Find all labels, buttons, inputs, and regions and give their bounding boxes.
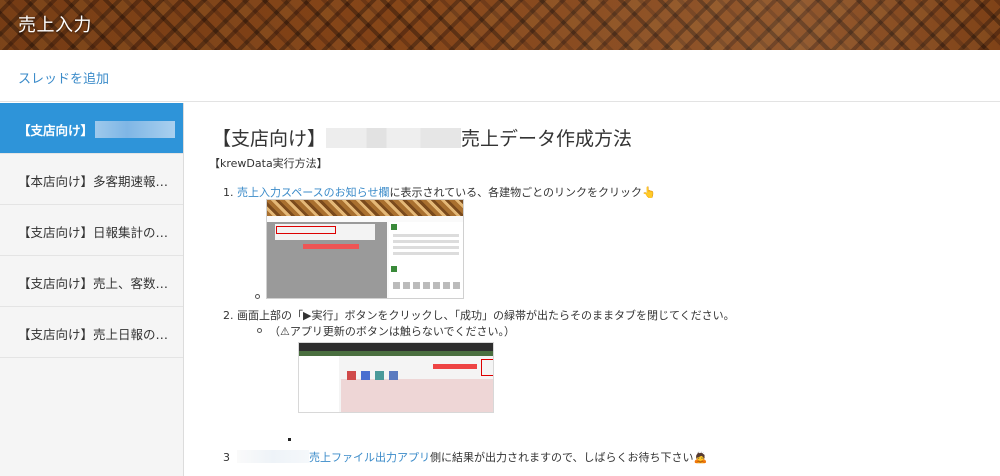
sidebar-item-thread-1[interactable]: 【支店向け】 [0,103,183,154]
section-subtitle: 【krewData実行方法】 [209,157,328,170]
sales-file-app-link[interactable]: 売上ファイル出力アプリ [309,451,430,464]
sidebar-item-thread-3[interactable]: 【支店向け】日報集計の… [0,205,183,256]
list-bullet [288,438,291,441]
sidebar-item-thread-2[interactable]: 【本店向け】多客期速報… [0,154,183,205]
thread-title: 【支店向け】 売上データ作成方法 [212,128,633,150]
step-3: 3 売上ファイル出力アプリ側に結果が出力されますので、しばらくお待ち下さい🙇 [223,450,708,464]
redacted-block [326,128,462,148]
list-bullet [257,328,262,333]
redacted-block [95,121,176,138]
add-thread-link[interactable]: スレッドを追加 [18,68,109,87]
step-2: 2. 画面上部の「▶実行」ボタンをクリックし、「成功」の緑帯が出たらそのままタブを… [223,309,735,322]
bowing-icon: 🙇 [693,451,708,464]
sidebar-item-label: 【支店向け】 [18,120,176,139]
redacted-block [237,450,309,463]
app-title: 売上入力 [18,15,92,36]
app-header: 売上入力 [0,0,1000,50]
sidebar-item-label: 【支店向け】日報集計の… [18,225,169,240]
thread-sidebar: 【支店向け】 【本店向け】多客期速報… 【支店向け】日報集計の… 【支店向け】売… [0,103,184,476]
thread-content: 【支店向け】 売上データ作成方法 【krewData実行方法】 1. 売上入力スペー… [185,103,1000,476]
thread-toolbar: スレッドを追加 [0,50,1000,102]
sidebar-item-label: 【本店向け】多客期速報… [18,174,169,189]
instruction-screenshot-1 [266,199,464,299]
notice-field-link[interactable]: 売上入力スペースのお知らせ欄 [237,186,389,199]
sidebar-item-label: 【支店向け】売上、客数… [18,276,169,291]
instruction-screenshot-2 [298,342,494,413]
list-bullet [255,294,260,299]
sidebar-item-thread-5[interactable]: 【支店向け】売上日報の… [0,307,183,358]
step-1: 1. 売上入力スペースのお知らせ欄に表示されている、各建物ごとのリンクをクリック👆 [223,186,656,199]
sidebar-item-thread-4[interactable]: 【支店向け】売上、客数… [0,256,183,307]
pointing-hand-icon: 👆 [642,186,656,199]
warning-note: （⚠アプリ更新のボタンは触らないでください。） [269,325,516,338]
sidebar-item-label: 【支店向け】売上日報の… [18,327,169,342]
